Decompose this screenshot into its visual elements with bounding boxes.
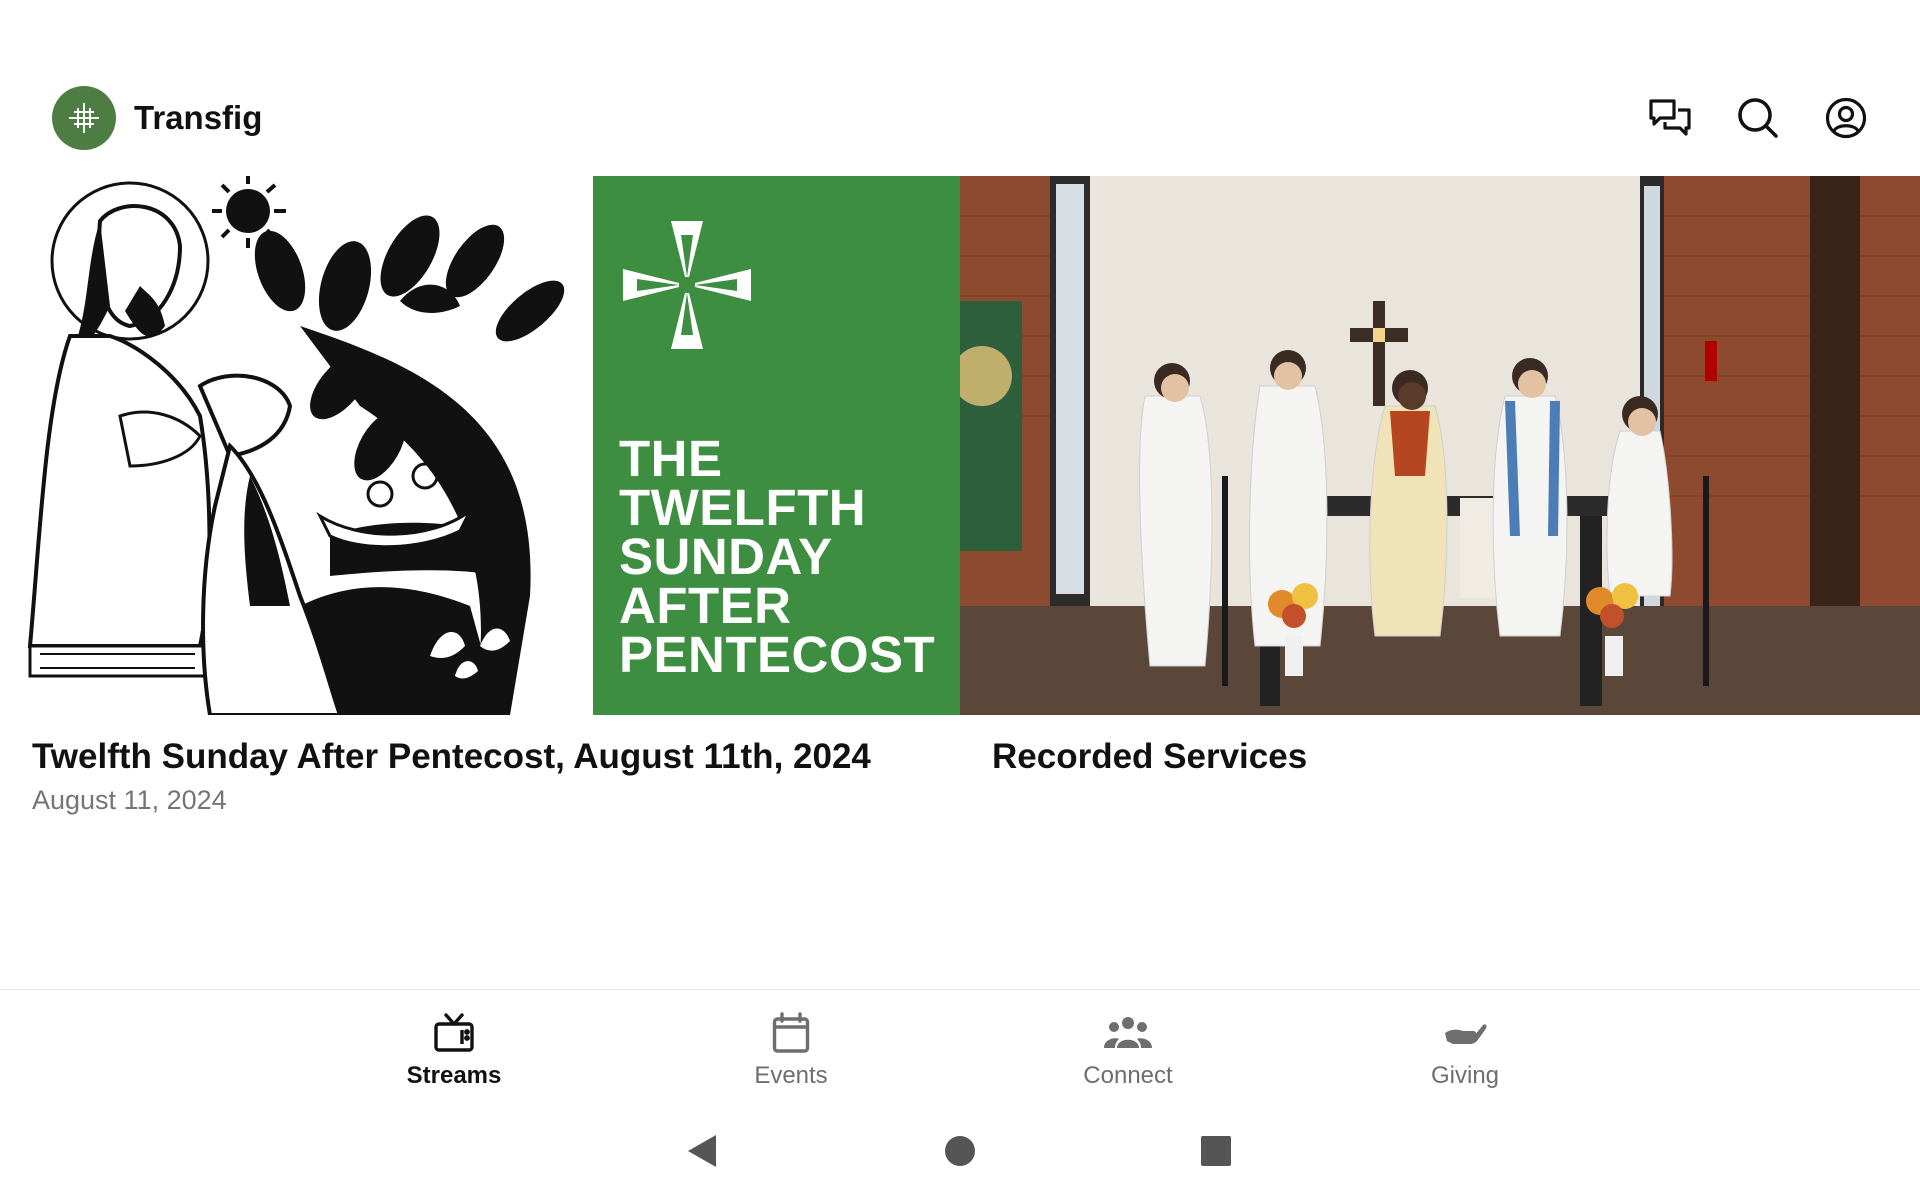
tv-icon [433, 1010, 475, 1056]
nav-label: Events [754, 1062, 828, 1089]
streams-grid: THE TWELFTH SUNDAY AFTER PENTECOST Twelf… [0, 176, 1920, 816]
app-bar: Transfig [0, 60, 1920, 176]
stream-thumbnail[interactable] [960, 176, 1920, 715]
recents-icon[interactable] [1196, 1131, 1236, 1171]
stream-thumbnail[interactable]: THE TWELFTH SUNDAY AFTER PENTECOST [0, 176, 960, 715]
stream-date: August 11, 2024 [32, 785, 227, 815]
nav-events[interactable]: Events [691, 990, 891, 1102]
nav-label: Connect [1083, 1062, 1173, 1089]
system-navigation-bar [0, 1101, 1920, 1200]
search-icon[interactable] [1736, 96, 1780, 140]
calendar-icon [772, 1010, 810, 1056]
people-icon [1103, 1010, 1153, 1056]
chancel-photo [960, 176, 1920, 715]
nav-giving[interactable]: Giving [1365, 990, 1565, 1102]
account-icon[interactable] [1824, 96, 1868, 140]
stream-title[interactable]: Recorded Services [992, 737, 1888, 777]
nav-streams[interactable]: Streams [354, 990, 554, 1102]
chat-icon[interactable] [1648, 96, 1692, 140]
toolbar-actions [1648, 96, 1868, 140]
sunday-title-banner: THE TWELFTH SUNDAY AFTER PENTECOST [593, 176, 960, 715]
app-title: Transfig [134, 99, 263, 136]
home-icon[interactable] [940, 1131, 980, 1171]
bottom-navigation: Streams Events Connect Giving [0, 989, 1920, 1102]
church-cross-logo-icon[interactable] [52, 86, 116, 150]
giving-hand-icon [1443, 1010, 1487, 1056]
status-bar [0, 0, 1920, 60]
woodcut-illustration [0, 176, 593, 715]
stream-card-twelfth-sunday[interactable]: THE TWELFTH SUNDAY AFTER PENTECOST Twelf… [0, 176, 960, 816]
cross-icon [623, 221, 751, 354]
stream-title[interactable]: Twelfth Sunday After Pentecost, August 1… [32, 737, 928, 777]
back-icon[interactable] [682, 1131, 722, 1171]
nav-connect[interactable]: Connect [1028, 990, 1228, 1102]
nav-label: Giving [1430, 1062, 1500, 1089]
stream-card-recorded-services[interactable]: Recorded Services [960, 176, 1920, 816]
nav-label: Streams [406, 1062, 502, 1089]
banner-title: THE TWELFTH SUNDAY AFTER PENTECOST [619, 430, 936, 683]
